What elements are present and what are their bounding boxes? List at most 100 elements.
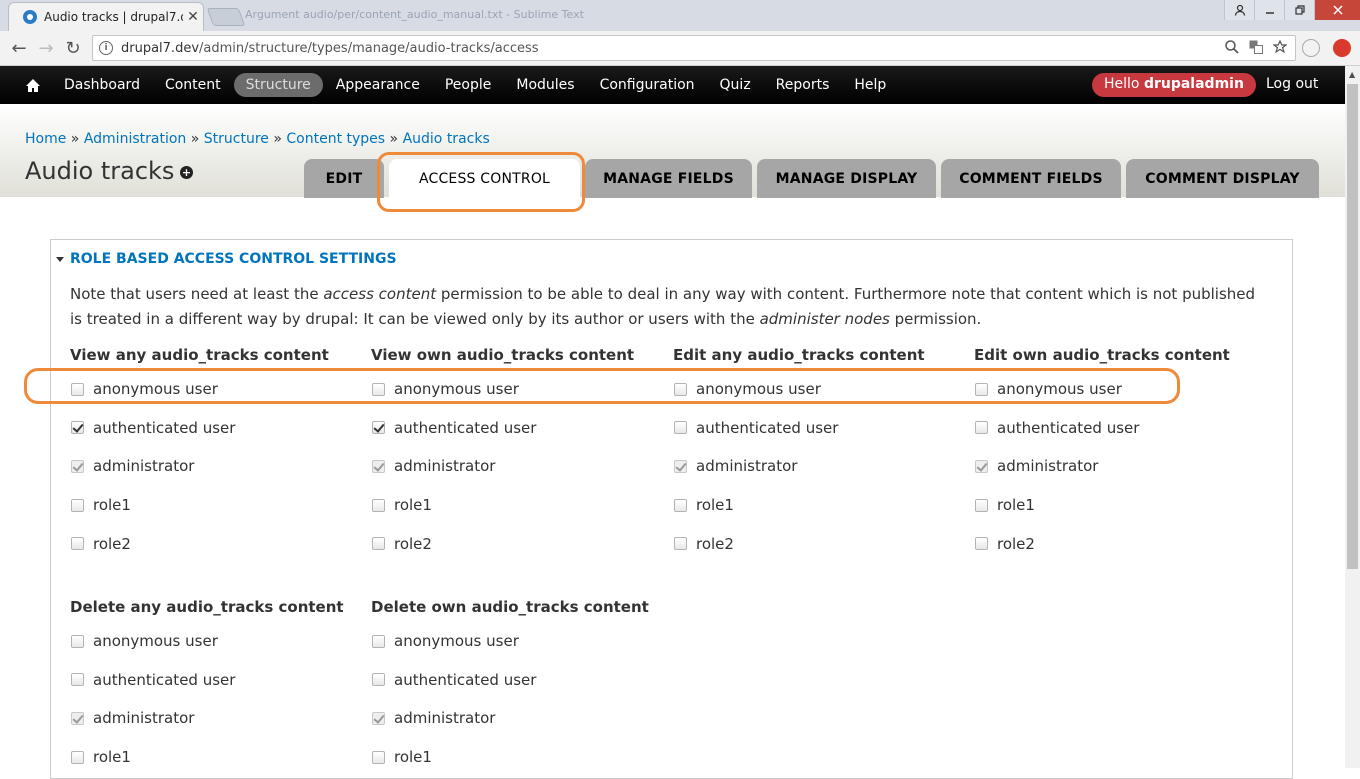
close-tab-icon[interactable]: ✕ — [183, 9, 203, 25]
info-icon[interactable]: i — [99, 41, 113, 55]
role-option[interactable]: role1 — [371, 486, 671, 525]
role-label: role2 — [394, 534, 432, 553]
role-checkbox[interactable] — [975, 498, 988, 512]
close-window-icon[interactable] — [1314, 0, 1360, 20]
role-option[interactable]: administrator — [371, 699, 671, 738]
translate-icon[interactable] — [1249, 40, 1263, 58]
role-checkbox[interactable] — [372, 673, 385, 687]
menu-reports[interactable]: Reports — [764, 73, 842, 97]
forward-icon[interactable]: → — [35, 38, 57, 59]
new-tab-button[interactable] — [206, 8, 246, 26]
role-option[interactable]: role1 — [673, 486, 973, 525]
role-checkbox[interactable] — [674, 498, 687, 512]
role-option[interactable]: authenticated user — [70, 661, 370, 700]
page-scrollbar[interactable]: ▲ — [1345, 66, 1360, 768]
role-checkbox[interactable] — [71, 634, 84, 648]
menu-quiz[interactable]: Quiz — [708, 73, 763, 97]
desc-text: permission. — [889, 310, 982, 328]
reload-icon[interactable]: ↻ — [62, 38, 84, 59]
scrollbar-thumb[interactable] — [1347, 84, 1358, 569]
role-checkbox[interactable] — [372, 537, 385, 551]
menu-help[interactable]: Help — [842, 73, 898, 97]
menu-appearance[interactable]: Appearance — [324, 73, 432, 97]
menu-people[interactable]: People — [433, 73, 504, 97]
breadcrumb-audio-tracks[interactable]: Audio tracks — [403, 131, 490, 147]
tab-manage-display[interactable]: MANAGE DISPLAY — [757, 159, 936, 198]
role-option[interactable]: role2 — [673, 524, 973, 563]
role-option[interactable]: role1 — [70, 486, 370, 525]
back-icon[interactable]: ← — [8, 38, 30, 59]
role-checkbox[interactable] — [71, 673, 84, 687]
permission-title: Delete any audio_tracks content — [70, 598, 344, 616]
role-checkbox[interactable] — [372, 634, 385, 648]
home-icon[interactable] — [18, 78, 48, 93]
role-option[interactable]: anonymous user — [371, 622, 671, 661]
add-shortcut-icon[interactable]: + — [180, 166, 193, 179]
role-option[interactable]: authenticated user — [371, 409, 671, 448]
drupal-favicon-icon — [23, 10, 37, 24]
role-option[interactable]: anonymous user — [70, 622, 370, 661]
tab-manage-fields[interactable]: MANAGE FIELDS — [585, 159, 752, 198]
restore-icon[interactable] — [1284, 0, 1314, 20]
role-checkbox[interactable] — [975, 421, 988, 435]
role-label: role1 — [394, 496, 432, 515]
profile-icon[interactable] — [1224, 0, 1254, 20]
role-option[interactable]: authenticated user — [70, 409, 370, 448]
role-checkbox[interactable] — [71, 498, 84, 512]
menu-dashboard[interactable]: Dashboard — [52, 73, 152, 97]
role-checkbox[interactable] — [372, 750, 385, 764]
role-option[interactable]: role2 — [974, 524, 1274, 563]
breadcrumb-structure[interactable]: Structure — [204, 131, 269, 147]
role-option[interactable]: role2 — [371, 524, 671, 563]
browser-tab[interactable]: Audio tracks | drupal7.de ✕ — [8, 2, 204, 31]
role-option[interactable]: authenticated user — [974, 409, 1274, 448]
zoom-icon[interactable] — [1225, 40, 1239, 58]
user-greeting-badge[interactable]: Hello drupaladmin — [1092, 73, 1256, 97]
breadcrumb-home[interactable]: Home — [25, 131, 66, 147]
fieldset-legend[interactable]: ROLE BASED ACCESS CONTROL SETTINGS — [56, 251, 397, 267]
role-checkbox[interactable] — [372, 498, 385, 512]
desc-text: Note that users need at least the — [70, 285, 324, 303]
tab-comment-fields[interactable]: COMMENT FIELDS — [941, 159, 1121, 198]
collapse-triangle-icon[interactable] — [56, 256, 64, 262]
role-option[interactable]: role1 — [371, 738, 671, 777]
scroll-up-icon[interactable]: ▲ — [1349, 70, 1355, 79]
role-option[interactable]: role1 — [974, 486, 1274, 525]
logout-link[interactable]: Log out — [1266, 76, 1318, 92]
permission-group: Delete any audio_tracks content anonymous… — [70, 592, 370, 776]
role-checkbox — [975, 459, 988, 473]
breadcrumb-administration[interactable]: Administration — [84, 131, 186, 147]
role-option[interactable]: administrator — [371, 447, 671, 486]
role-checkbox[interactable] — [674, 537, 687, 551]
menu-content[interactable]: Content — [153, 73, 233, 97]
role-checkbox[interactable] — [674, 421, 687, 435]
role-label: role1 — [93, 748, 131, 767]
url-input[interactable]: i drupal7.dev/admin/structure/types/mana… — [92, 35, 1296, 61]
bookmark-star-icon[interactable] — [1272, 39, 1288, 58]
menu-configuration[interactable]: Configuration — [588, 73, 707, 97]
role-option[interactable]: administrator — [70, 447, 370, 486]
role-checkbox[interactable] — [71, 421, 84, 435]
role-option[interactable]: administrator — [70, 699, 370, 738]
role-option[interactable]: role1 — [70, 738, 370, 777]
role-label: administrator — [394, 457, 496, 476]
role-label: administrator — [93, 709, 195, 728]
breadcrumb-content-types[interactable]: Content types — [286, 131, 385, 147]
extension-red-icon[interactable] — [1333, 39, 1351, 57]
tab-comment-display[interactable]: COMMENT DISPLAY — [1126, 159, 1319, 198]
role-checkbox[interactable] — [372, 421, 385, 435]
extension-icon[interactable] — [1302, 39, 1320, 57]
minimize-icon[interactable] — [1254, 0, 1284, 20]
role-option[interactable]: administrator — [974, 447, 1274, 486]
menu-structure[interactable]: Structure — [233, 73, 323, 97]
role-option[interactable]: administrator — [673, 447, 973, 486]
tab-edit[interactable]: EDIT — [304, 159, 384, 198]
menu-modules[interactable]: Modules — [504, 73, 586, 97]
role-option[interactable]: role2 — [70, 524, 370, 563]
role-checkbox[interactable] — [71, 750, 84, 764]
role-option[interactable]: authenticated user — [371, 661, 671, 700]
role-checkbox[interactable] — [71, 537, 84, 551]
role-checkbox — [71, 711, 84, 725]
role-checkbox[interactable] — [975, 537, 988, 551]
role-option[interactable]: authenticated user — [673, 409, 973, 448]
